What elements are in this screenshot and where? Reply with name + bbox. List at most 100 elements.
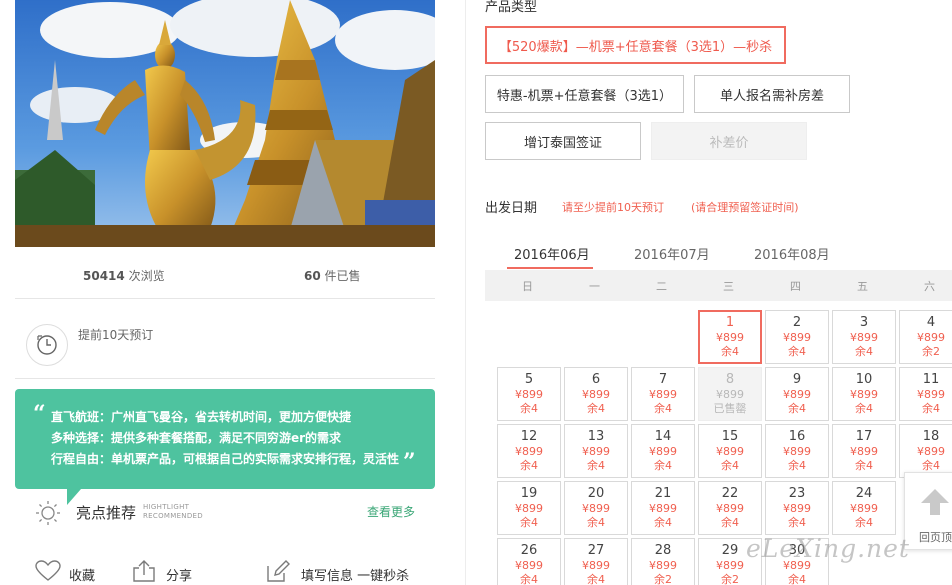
day-price: ¥899 (515, 388, 543, 401)
day-number: 2 (792, 315, 802, 330)
bangkok-temple-image (15, 0, 435, 247)
day-number: 30 (788, 543, 806, 558)
calendar-day[interactable]: 22 ¥899 余4 (698, 481, 762, 535)
departure-note-visa: (请合理预留签证时间) (691, 201, 799, 214)
day-remaining: 余4 (855, 345, 873, 358)
day-price: ¥899 (582, 559, 610, 572)
day-number: 24 (855, 486, 873, 501)
calendar-day[interactable]: 10 ¥899 余4 (832, 367, 896, 421)
calendar-day[interactable]: 19 ¥899 余4 (497, 481, 561, 535)
calendar-day[interactable]: 21 ¥899 余4 (631, 481, 695, 535)
day-price: ¥899 (515, 445, 543, 458)
product-option-single-supplement[interactable]: 单人报名需补房差 (694, 75, 850, 113)
close-quote-icon: ” (403, 449, 416, 475)
day-price: ¥899 (649, 388, 677, 401)
divider (15, 298, 435, 299)
calendar-day[interactable]: 2 ¥899 余4 (765, 310, 829, 364)
calendar-day[interactable]: 29 ¥899 余2 (698, 538, 762, 585)
back-to-top-label: 回页顶 (919, 531, 952, 544)
month-tab-july[interactable]: 2016年07月 (634, 244, 710, 263)
day-price: ¥899 (783, 559, 811, 572)
calendar-day[interactable]: 30 ¥899 余4 (765, 538, 829, 585)
day-remaining: 余4 (855, 402, 873, 415)
divider (15, 378, 435, 379)
weekday-fri: 五 (857, 280, 868, 293)
calendar-day[interactable]: 28 ¥899 余2 (631, 538, 695, 585)
day-number: 15 (721, 429, 739, 444)
open-quote-icon: “ (33, 401, 46, 427)
day-remaining: 余4 (788, 573, 806, 585)
calendar-day[interactable]: 16 ¥899 余4 (765, 424, 829, 478)
day-remaining: 余4 (855, 459, 873, 472)
calendar-day[interactable]: 12 ¥899 余4 (497, 424, 561, 478)
day-price: ¥899 (515, 502, 543, 515)
day-remaining: 余4 (587, 459, 605, 472)
day-price: ¥899 (716, 502, 744, 515)
calendar-day[interactable]: 26 ¥899 余4 (497, 538, 561, 585)
weekday-header: 日 一 二 三 四 五 六 (485, 270, 952, 301)
views-count: 50414 (83, 269, 125, 283)
fill-info-button[interactable]: 填写信息 一键秒杀 (301, 565, 409, 584)
calendar-day[interactable]: 7 ¥899 余4 (631, 367, 695, 421)
day-number: 10 (855, 372, 873, 387)
heart-icon[interactable] (35, 560, 61, 585)
day-price: ¥899 (783, 445, 811, 458)
calendar-day[interactable]: 23 ¥899 余4 (765, 481, 829, 535)
day-remaining: 余2 (721, 573, 739, 585)
arrow-up-icon (919, 487, 951, 521)
day-remaining: 余4 (922, 402, 940, 415)
day-remaining: 余4 (587, 402, 605, 415)
share-icon[interactable] (131, 560, 157, 585)
day-price: ¥899 (515, 559, 543, 572)
calendar-day[interactable]: 9 ¥899 余4 (765, 367, 829, 421)
calendar-day[interactable]: 4 ¥899 余2 (899, 310, 952, 364)
day-price: ¥899 (850, 502, 878, 515)
highlight-section: 亮点推荐 HIGHTLIGHT RECOMMENDED 查看更多 (15, 497, 435, 527)
day-remaining: 余4 (721, 516, 739, 529)
day-price: ¥899 (716, 388, 744, 401)
day-remaining: 余4 (520, 573, 538, 585)
calendar-day[interactable]: 6 ¥899 余4 (564, 367, 628, 421)
calendar-day[interactable]: 1 ¥899 余4 (698, 310, 762, 364)
day-remaining: 余4 (520, 459, 538, 472)
day-remaining: 余4 (788, 459, 806, 472)
product-option-discount[interactable]: 特惠-机票+任意套餐（3选1） (485, 75, 684, 113)
day-remaining: 余4 (788, 516, 806, 529)
product-option-flash-sale[interactable]: 【520爆款】—机票+任意套餐（3选1）—秒杀 (485, 26, 786, 64)
calendar-day[interactable]: 17 ¥899 余4 (832, 424, 896, 478)
product-stats: 50414 次浏览 60 件已售 (15, 258, 435, 292)
calendar-day[interactable]: 24 ¥899 余4 (832, 481, 896, 535)
back-to-top-button[interactable]: 回页顶 (904, 472, 952, 550)
calendar-day[interactable]: 5 ¥899 余4 (497, 367, 561, 421)
calendar-day[interactable]: 11 ¥899 余4 (899, 367, 952, 421)
view-more-link[interactable]: 查看更多 (367, 503, 415, 520)
highlight-title: 亮点推荐 (76, 504, 137, 522)
month-tab-august[interactable]: 2016年08月 (754, 244, 830, 263)
calendar-day[interactable]: 13 ¥899 余4 (564, 424, 628, 478)
column-divider (465, 0, 466, 585)
calendar-day[interactable]: 27 ¥899 余4 (564, 538, 628, 585)
month-tab-june[interactable]: 2016年06月 (514, 244, 590, 263)
day-price: ¥899 (783, 331, 811, 344)
calendar-day[interactable]: 20 ¥899 余4 (564, 481, 628, 535)
product-option-price-difference: 补差价 (651, 122, 807, 160)
calendar-day[interactable]: 14 ¥899 余4 (631, 424, 695, 478)
calendar-day[interactable]: 15 ¥899 余4 (698, 424, 762, 478)
favorite-button[interactable]: 收藏 (69, 565, 95, 584)
day-remaining: 余4 (788, 402, 806, 415)
day-number: 4 (926, 315, 936, 330)
weekday-sun: 日 (522, 280, 533, 293)
feature-line: 多种选择：提供多种套餐搭配，满足不同穷游er的需求 (51, 431, 342, 445)
share-button[interactable]: 分享 (166, 565, 192, 584)
calendar-day[interactable]: 3 ¥899 余4 (832, 310, 896, 364)
product-option-thai-visa[interactable]: 增订泰国签证 (485, 122, 641, 160)
edit-icon[interactable] (265, 560, 291, 585)
calendar-day-sold-out: 8 ¥899 已售罄 (698, 367, 762, 421)
feature-line: 直飞航班：广州直飞曼谷，省去转机时间，更加方便快捷 (51, 410, 352, 424)
day-number: 21 (654, 486, 672, 501)
day-remaining: 余2 (654, 573, 672, 585)
product-photo (15, 0, 435, 247)
calendar-day[interactable]: 18 ¥899 余4 (899, 424, 952, 478)
day-remaining: 余4 (788, 345, 806, 358)
product-type-label: 产品类型 (485, 0, 538, 15)
